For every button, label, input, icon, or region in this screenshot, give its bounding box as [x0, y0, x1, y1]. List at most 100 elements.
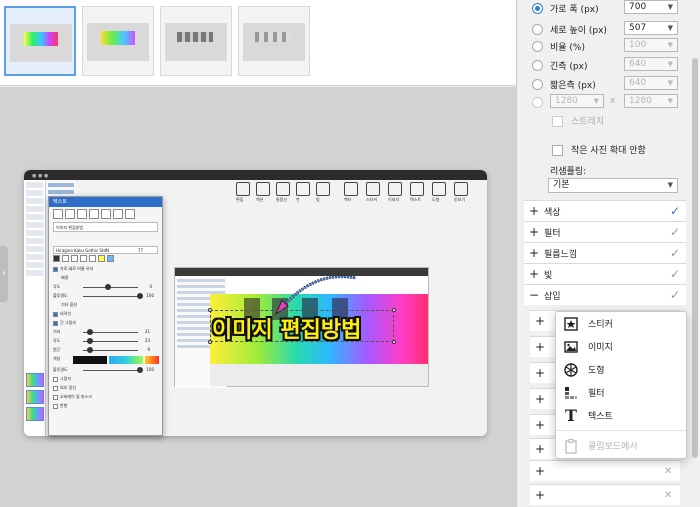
popup-slider-row: 각도 23	[53, 338, 150, 344]
radio-percent[interactable]	[532, 40, 543, 52]
shape-icon	[562, 362, 580, 378]
no-upscale-checkbox-row[interactable]: 작은 사진 확대 안함	[552, 143, 646, 156]
radio-width[interactable]	[532, 2, 543, 14]
more-icon[interactable]	[125, 209, 135, 219]
thumbnail-3[interactable]	[160, 6, 232, 76]
popup-icons-row	[53, 209, 158, 221]
insert-row[interactable]: + ✕	[530, 484, 680, 505]
resize-option-height[interactable]: 세로 높이 (px)	[532, 21, 607, 37]
menu-item-sticker[interactable]: 스티커	[556, 312, 686, 335]
resample-select[interactable]: 기본 ▼	[548, 178, 678, 193]
section-filter[interactable]: + 필터 ✓	[524, 221, 686, 242]
align-icon[interactable]	[89, 255, 96, 262]
popup-slider-row: 각도 0	[53, 284, 152, 290]
times-sign: x	[610, 96, 616, 106]
preview-tool-label: 말풍선	[276, 197, 288, 202]
resize-option-custom[interactable]	[532, 94, 550, 110]
stretch-checkbox[interactable]	[552, 116, 563, 127]
add-icon[interactable]: +	[530, 340, 550, 354]
bold-icon[interactable]	[53, 255, 60, 262]
popup-text-input[interactable]: 이미지 편집방법	[53, 222, 158, 232]
section-insert[interactable]: − 삽입 ✓	[524, 284, 686, 305]
collapse-left-tab[interactable]: ‹	[0, 246, 8, 302]
section-color[interactable]: + 색상 ✓	[524, 200, 686, 221]
section-film[interactable]: + 필름느낌 ✓	[524, 242, 686, 263]
menu-item-shape[interactable]: 도형	[556, 358, 686, 381]
underline-icon[interactable]	[71, 255, 78, 262]
add-icon[interactable]: +	[530, 418, 550, 432]
preview-tool	[432, 182, 446, 196]
check-icon[interactable]: ✓	[670, 246, 686, 260]
preview-thumbs	[24, 370, 46, 430]
resize-handle[interactable]	[392, 340, 396, 344]
insert-row[interactable]: + ✕	[530, 460, 680, 481]
add-icon[interactable]: +	[530, 488, 550, 502]
strike-icon[interactable]	[80, 255, 87, 262]
check-icon[interactable]: ✓	[670, 267, 686, 281]
color-swatch[interactable]	[98, 255, 105, 262]
add-icon[interactable]: +	[530, 366, 550, 380]
preview-tool-label: 도형	[432, 197, 440, 202]
overlay-text[interactable]: 이미지 편집방법	[212, 312, 361, 344]
radio-long-side[interactable]	[532, 59, 543, 71]
layer-icon[interactable]	[77, 209, 87, 219]
radio-short-side[interactable]	[532, 78, 543, 90]
text-options-popup: 텍스트 이미지 편집방법 Hiragino Kaku Gothic StdN 7…	[48, 196, 163, 436]
radio-height[interactable]	[532, 23, 543, 35]
resize-option-short-side[interactable]: 짧은측 (px)	[532, 76, 596, 92]
chevron-down-icon: ▼	[667, 181, 673, 189]
check-icon[interactable]: ✓	[670, 288, 686, 302]
width-value-select[interactable]: 700 ▼	[624, 0, 678, 14]
chevron-down-icon: ▼	[667, 24, 673, 32]
close-icon[interactable]: ✕	[664, 466, 680, 477]
banner-footer	[210, 364, 428, 386]
resize-option-percent[interactable]: 비율 (%)	[532, 38, 585, 54]
menu-item-text[interactable]: T 텍스트	[556, 404, 686, 427]
italic-icon[interactable]	[62, 255, 69, 262]
resize-option-width[interactable]: 가로 폭 (px)	[532, 0, 599, 16]
popup-font-select[interactable]: Hiragino Kaku Gothic StdN 77	[53, 246, 158, 254]
chevron-left-icon: ‹	[2, 268, 6, 279]
add-icon[interactable]: +	[530, 442, 550, 456]
radio-custom[interactable]	[532, 96, 543, 108]
trash-icon[interactable]	[53, 209, 63, 219]
preview-tool-label: 돋보기	[454, 197, 466, 202]
preview-tool-label: 텍스트	[410, 197, 422, 202]
thumbnail-4[interactable]	[238, 6, 310, 76]
add-icon[interactable]: +	[530, 314, 550, 328]
preview-tool	[366, 182, 380, 196]
close-icon[interactable]: ✕	[664, 490, 680, 501]
color-swatch[interactable]	[107, 255, 114, 262]
resize-handle[interactable]	[392, 308, 396, 312]
stretch-checkbox-row[interactable]: 스트레치	[552, 114, 604, 127]
check-icon[interactable]: ✓	[670, 225, 686, 239]
panel-scrollbar[interactable]	[692, 58, 698, 458]
popup-slider-row: 거리 31	[53, 329, 150, 335]
preview-tool-label: 백터	[344, 197, 352, 202]
chevron-down-icon: ▼	[667, 97, 673, 105]
height-value-select[interactable]: 507 ▼	[624, 21, 678, 35]
section-light[interactable]: + 빛 ✓	[524, 263, 686, 284]
no-upscale-checkbox[interactable]	[552, 145, 563, 156]
add-icon[interactable]: +	[530, 392, 550, 406]
menu-item-clipboard: 클립보드에서	[556, 434, 686, 457]
chevron-down-icon: ▼	[667, 60, 673, 68]
preview-tool	[276, 182, 290, 196]
resize-option-long-side[interactable]: 긴측 (px)	[532, 57, 587, 73]
rotate-left-icon[interactable]	[101, 209, 111, 219]
menu-item-image[interactable]: 이미지	[556, 335, 686, 358]
chevron-down-icon: ▼	[667, 3, 673, 11]
layer-down-icon[interactable]	[89, 209, 99, 219]
copy-icon[interactable]	[65, 209, 75, 219]
thumbnail-2[interactable]	[82, 6, 154, 76]
rotate-right-icon[interactable]	[113, 209, 123, 219]
thumbnail-1[interactable]	[4, 6, 76, 76]
preview-tool	[454, 182, 468, 196]
sticker-icon	[562, 316, 580, 332]
check-icon[interactable]: ✓	[670, 204, 686, 218]
add-icon[interactable]: +	[530, 464, 550, 478]
insert-menu: 스티커 이미지 도형 필터 T 텍스트 클립보드에서	[555, 311, 687, 459]
preview-tool-label: 이미지	[388, 197, 400, 202]
menu-item-filter[interactable]: 필터	[556, 381, 686, 404]
preview-tool	[296, 182, 310, 196]
